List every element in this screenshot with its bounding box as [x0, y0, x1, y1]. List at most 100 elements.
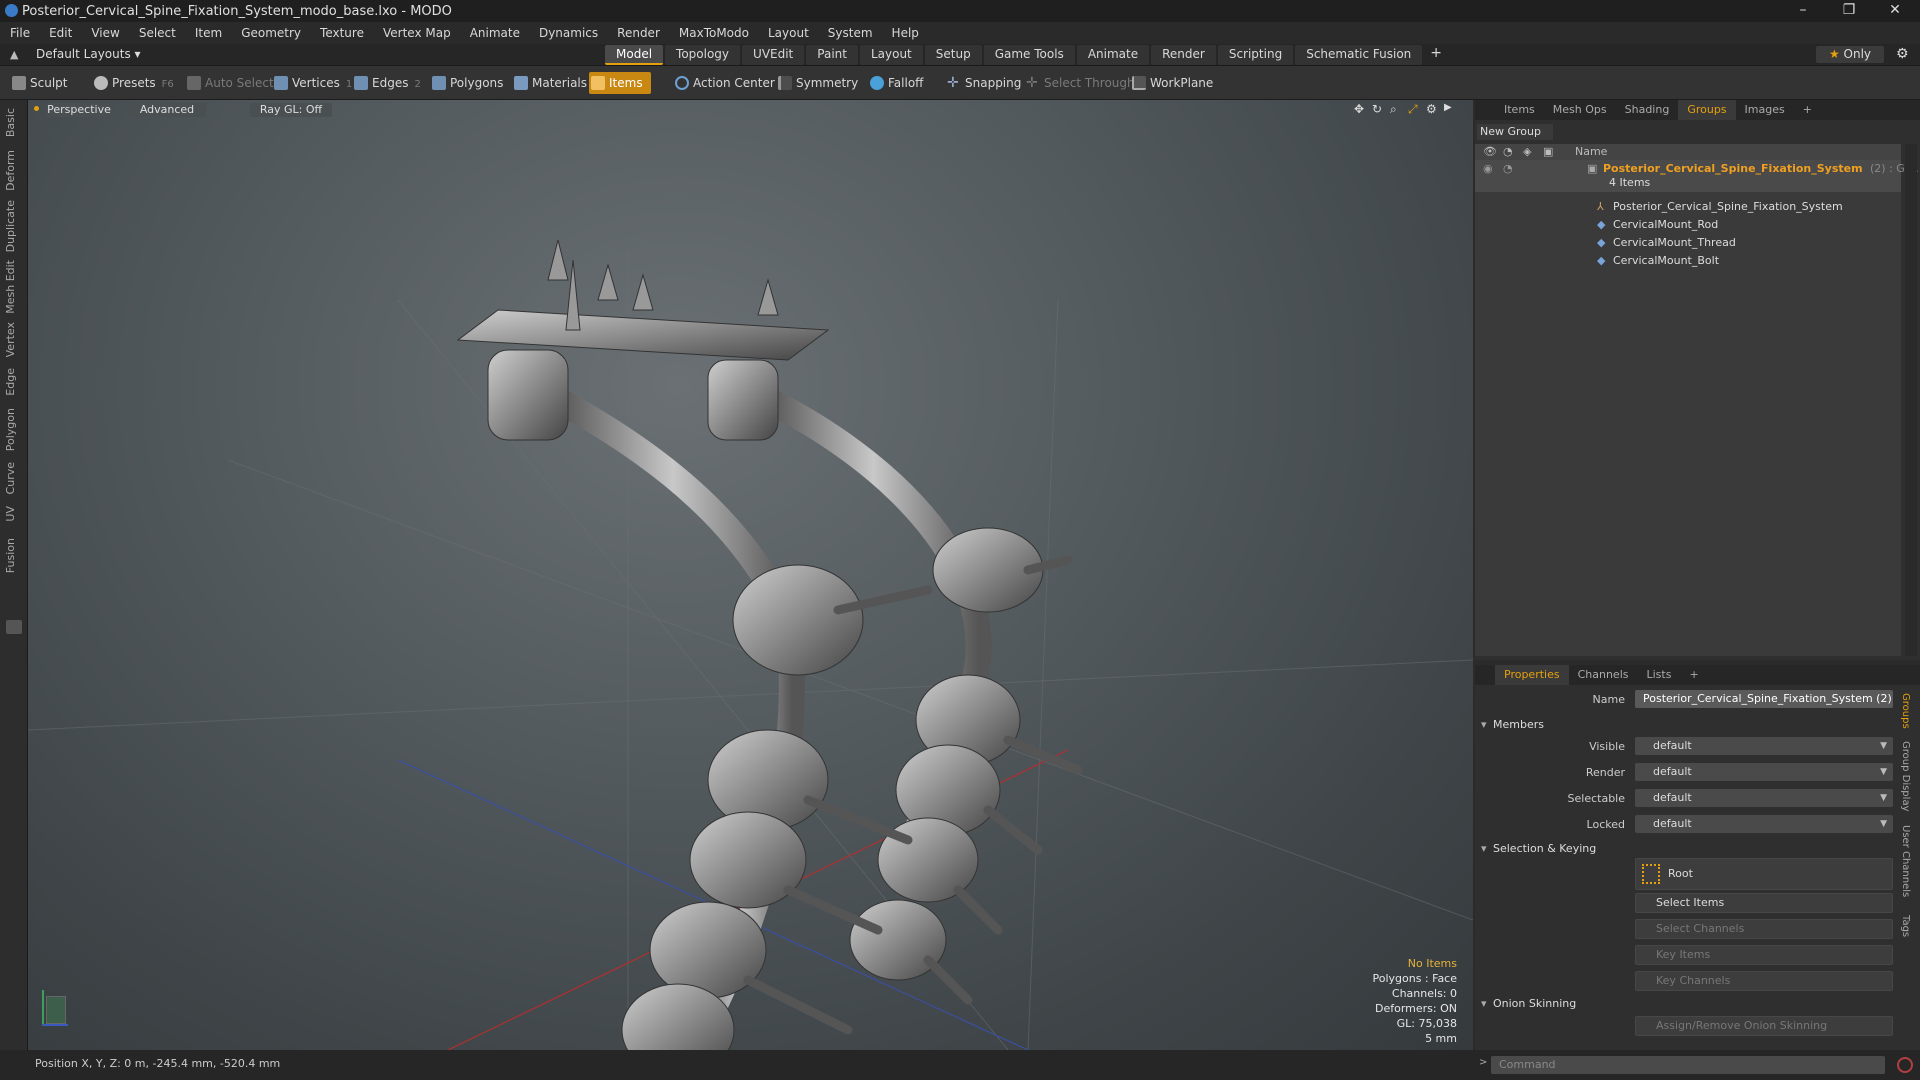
add-panel-tab-button[interactable]: +: [1794, 100, 1821, 120]
presets-button[interactable]: Presets F6: [92, 72, 174, 94]
tab-curve[interactable]: Curve: [4, 462, 17, 494]
side-tab-groups[interactable]: Groups: [1900, 693, 1911, 729]
sculpt-button[interactable]: Sculpt: [10, 72, 67, 94]
group-visibility-icon[interactable]: ◉: [1483, 160, 1493, 178]
add-properties-tab-button[interactable]: +: [1680, 665, 1707, 685]
menu-maxtomodo[interactable]: MaxToModo: [679, 26, 749, 40]
auto-select-button[interactable]: Auto Select: [185, 72, 274, 94]
tab-mesh-edit[interactable]: Mesh Edit: [4, 260, 17, 314]
symmetry-button[interactable]: Symmetry: [776, 72, 858, 94]
tab-paint[interactable]: Paint: [806, 45, 858, 65]
tab-fusion[interactable]: Fusion: [4, 538, 17, 573]
restore-button[interactable]: ❐: [1826, 0, 1872, 22]
close-button[interactable]: ✕: [1872, 0, 1918, 22]
command-input[interactable]: Command: [1491, 1056, 1885, 1074]
tab-lists[interactable]: Lists: [1638, 665, 1681, 685]
root-button[interactable]: Root: [1635, 858, 1893, 890]
tab-uv[interactable]: UV: [4, 506, 17, 522]
tab-duplicate[interactable]: Duplicate: [4, 200, 17, 252]
menu-select[interactable]: Select: [139, 26, 176, 40]
tab-channels[interactable]: Channels: [1569, 665, 1638, 685]
items-button[interactable]: Items: [589, 72, 651, 94]
menu-view[interactable]: View: [91, 26, 119, 40]
group-child-row[interactable]: ◆ CervicalMount_Bolt: [1475, 252, 1901, 270]
group-child-row[interactable]: ◆ CervicalMount_Thread: [1475, 234, 1901, 252]
edges-button[interactable]: Edges 2: [352, 72, 421, 94]
group-list[interactable]: 👁 ◔ ◈ ▣ Name ◉ ◔ ▣ Posterior_Cervical_Sp…: [1475, 144, 1919, 656]
menu-geometry[interactable]: Geometry: [241, 26, 301, 40]
tab-images[interactable]: Images: [1736, 100, 1794, 120]
new-group-button[interactable]: New Group: [1477, 124, 1553, 140]
tab-deform[interactable]: Deform: [4, 150, 17, 191]
minimize-button[interactable]: –: [1780, 0, 1826, 22]
menu-edit[interactable]: Edit: [49, 26, 72, 40]
tab-shading[interactable]: Shading: [1616, 100, 1679, 120]
tab-mesh-ops[interactable]: Mesh Ops: [1544, 100, 1616, 120]
add-tab-button[interactable]: +: [1424, 45, 1448, 65]
menu-vertex-map[interactable]: Vertex Map: [383, 26, 451, 40]
polygons-button[interactable]: Polygons: [430, 72, 503, 94]
menu-layout[interactable]: Layout: [768, 26, 809, 40]
side-tab-user-channels[interactable]: User Channels: [1900, 825, 1911, 897]
tab-properties[interactable]: Properties: [1495, 665, 1569, 685]
onion-skinning-section[interactable]: Onion Skinning: [1481, 997, 1576, 1010]
tab-model[interactable]: Model: [605, 45, 664, 65]
tab-uvedit[interactable]: UVEdit: [742, 45, 805, 65]
group-render-icon[interactable]: ◔: [1503, 160, 1513, 178]
tab-items[interactable]: Items: [1495, 100, 1544, 120]
action-center-button[interactable]: Action Center: [673, 72, 775, 94]
lock-column-icon[interactable]: ▣: [1543, 145, 1553, 158]
menu-render[interactable]: Render: [617, 26, 660, 40]
palette-toggle-icon[interactable]: [6, 620, 22, 634]
layout-selector[interactable]: Default Layouts ▾: [36, 47, 141, 61]
tab-animate[interactable]: Animate: [1076, 45, 1150, 65]
tab-scripting[interactable]: Scripting: [1217, 45, 1294, 65]
name-field[interactable]: Posterior_Cervical_Spine_Fixation_System…: [1635, 690, 1893, 708]
tab-game-tools[interactable]: Game Tools: [983, 45, 1075, 65]
menu-system[interactable]: System: [828, 26, 873, 40]
key-channels-button[interactable]: Key Channels: [1635, 971, 1893, 991]
tab-groups[interactable]: Groups: [1678, 100, 1736, 120]
menu-item[interactable]: Item: [195, 26, 222, 40]
command-history-icon[interactable]: [1897, 1057, 1913, 1073]
select-items-button[interactable]: Select Items: [1635, 893, 1893, 913]
layout-collapse-icon[interactable]: ▲: [10, 48, 18, 61]
tab-basic[interactable]: Basic: [4, 108, 17, 137]
onion-skinning-button[interactable]: Assign/Remove Onion Skinning: [1635, 1016, 1893, 1036]
tab-edge[interactable]: Edge: [4, 368, 17, 396]
workplane-button[interactable]: WorkPlane: [1130, 72, 1213, 94]
group-child-row[interactable]: ◆ CervicalMount_Rod: [1475, 216, 1901, 234]
group-child-row[interactable]: ⅄ Posterior_Cervical_Spine_Fixation_Syst…: [1475, 198, 1901, 216]
only-button[interactable]: ★ Only: [1816, 46, 1884, 63]
select-channels-button[interactable]: Select Channels: [1635, 919, 1893, 939]
group-row[interactable]: ◉ ◔ ▣ Posterior_Cervical_Spine_Fixation_…: [1475, 160, 1919, 192]
visible-select[interactable]: default ▼: [1635, 737, 1893, 755]
selection-keying-section[interactable]: Selection & Keying: [1481, 842, 1596, 855]
settings-gear-icon[interactable]: ⚙: [1896, 46, 1909, 62]
locked-select[interactable]: default ▼: [1635, 815, 1893, 833]
falloff-button[interactable]: Falloff: [868, 72, 923, 94]
tab-vertex[interactable]: Vertex: [4, 322, 17, 357]
side-tab-group-display[interactable]: Group Display: [1900, 741, 1911, 811]
select-column-icon[interactable]: ◈: [1523, 145, 1531, 158]
tab-setup[interactable]: Setup: [924, 45, 982, 65]
menu-file[interactable]: File: [10, 26, 30, 40]
visibility-column-icon[interactable]: 👁: [1483, 145, 1497, 158]
selectable-select[interactable]: default ▼: [1635, 789, 1893, 807]
select-through-button[interactable]: ✛ Select Through: [1024, 72, 1135, 94]
group-list-scrollbar[interactable]: [1905, 144, 1917, 656]
menu-help[interactable]: Help: [892, 26, 919, 40]
members-section[interactable]: Members: [1481, 718, 1544, 731]
menu-texture[interactable]: Texture: [320, 26, 364, 40]
tab-render[interactable]: Render: [1151, 45, 1216, 65]
vertices-button[interactable]: Vertices 1: [272, 72, 352, 94]
menu-dynamics[interactable]: Dynamics: [539, 26, 598, 40]
tab-polygon[interactable]: Polygon: [4, 408, 17, 451]
3d-viewport[interactable]: Perspective Advanced Ray GL: Off ✥ ↻ ⌕ ⤢…: [28, 100, 1473, 1050]
tab-schematic-fusion[interactable]: Schematic Fusion: [1295, 45, 1423, 65]
materials-button[interactable]: Materials: [512, 72, 587, 94]
side-tab-tags[interactable]: Tags: [1900, 915, 1911, 937]
tab-layout[interactable]: Layout: [859, 45, 923, 65]
menu-animate[interactable]: Animate: [470, 26, 520, 40]
key-items-button[interactable]: Key Items: [1635, 945, 1893, 965]
